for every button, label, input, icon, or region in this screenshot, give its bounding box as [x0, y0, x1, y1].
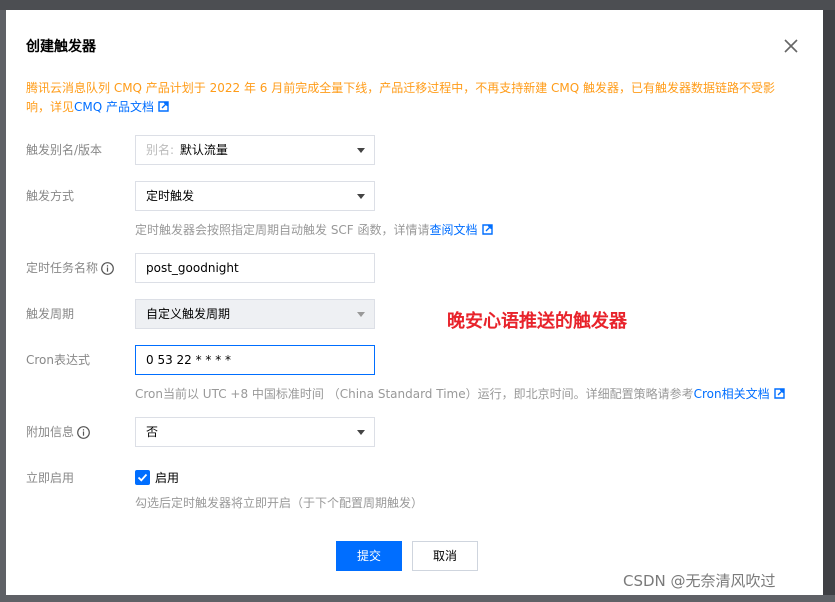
enable-now-hint: 勾选后定时触发器将立即开启（于下个配置周期触发）: [135, 496, 424, 510]
cron-hint: Cron当前以 UTC +8 中国标准时间 （China Standard Ti…: [135, 385, 785, 402]
trigger-type-hint-text: 定时触发器会按照指定周期自动触发 SCF 函数，详情请: [135, 223, 430, 237]
alias-value: 默认流量: [179, 143, 228, 157]
dialog-title: 创建触发器: [26, 39, 96, 55]
trigger-type-value: 定时触发: [146, 189, 195, 203]
info-icon: [77, 426, 90, 439]
extra-info-select[interactable]: 否: [135, 417, 375, 447]
annotation-text: 晚安心语推送的触发器: [447, 311, 627, 332]
cron-hint-text: Cron当前以 UTC +8 中国标准时间 （China Standard Ti…: [135, 387, 694, 401]
alias-select[interactable]: 别名: 默认流量: [135, 135, 375, 165]
enable-now-label: 立即启用: [26, 471, 75, 485]
close-icon: [784, 39, 798, 53]
backdrop: [0, 0, 835, 10]
task-name-label: 定时任务名称: [26, 253, 114, 283]
enable-checkbox-label: 启用: [155, 470, 180, 485]
alias-label: 触发别名/版本: [26, 143, 103, 157]
alias-prefix: 别名:: [146, 143, 175, 157]
external-link-icon: [158, 101, 169, 112]
trigger-type-label: 触发方式: [26, 189, 75, 203]
chevron-down-icon: [357, 312, 365, 317]
external-link-icon: [481, 224, 493, 235]
cron-label: Cron表达式: [26, 353, 90, 367]
extra-info-value: 否: [146, 425, 159, 439]
extra-info-label: 附加信息: [26, 417, 90, 447]
period-select[interactable]: 自定义触发周期: [135, 299, 375, 329]
chevron-down-icon: [357, 194, 365, 199]
check-icon: [137, 473, 148, 482]
cron-input[interactable]: 0 53 22 * * * *: [135, 345, 375, 375]
external-link-icon: [773, 388, 785, 399]
submit-button[interactable]: 提交: [336, 541, 402, 571]
extra-info-label-text: 附加信息: [26, 425, 75, 439]
csdn-watermark: CSDN @无奈清风吹过: [623, 572, 776, 590]
enable-checkbox[interactable]: 启用: [135, 468, 179, 486]
chevron-down-icon: [357, 430, 365, 435]
task-name-input[interactable]: post_goodnight: [135, 253, 375, 283]
cron-doc-link[interactable]: Cron相关文档: [694, 387, 770, 401]
cmq-deprecation-notice: 腾讯云消息队列 CMQ 产品计划于 2022 年 6 月前完成全量下线，产品迁移…: [26, 79, 796, 117]
close-button[interactable]: [781, 36, 801, 56]
create-trigger-dialog: 创建触发器 腾讯云消息队列 CMQ 产品计划于 2022 年 6 月前完成全量下…: [6, 10, 823, 595]
trigger-type-hint: 定时触发器会按照指定周期自动触发 SCF 函数，详情请查阅文档: [135, 221, 493, 238]
checkbox-box[interactable]: [135, 469, 150, 485]
period-label: 触发周期: [26, 307, 75, 321]
cancel-button[interactable]: 取消: [412, 541, 478, 571]
period-value: 自定义触发周期: [146, 307, 231, 321]
info-icon: [101, 262, 114, 275]
trigger-type-select[interactable]: 定时触发: [135, 181, 375, 211]
task-name-value: post_goodnight: [146, 261, 239, 275]
cmq-doc-link[interactable]: CMQ 产品文档: [74, 100, 154, 114]
page-scroll-area: [823, 10, 835, 595]
cron-value: 0 53 22 * * * *: [146, 353, 232, 367]
trigger-doc-link[interactable]: 查阅文档: [430, 223, 478, 237]
task-name-label-text: 定时任务名称: [26, 261, 99, 275]
chevron-down-icon: [357, 148, 365, 153]
